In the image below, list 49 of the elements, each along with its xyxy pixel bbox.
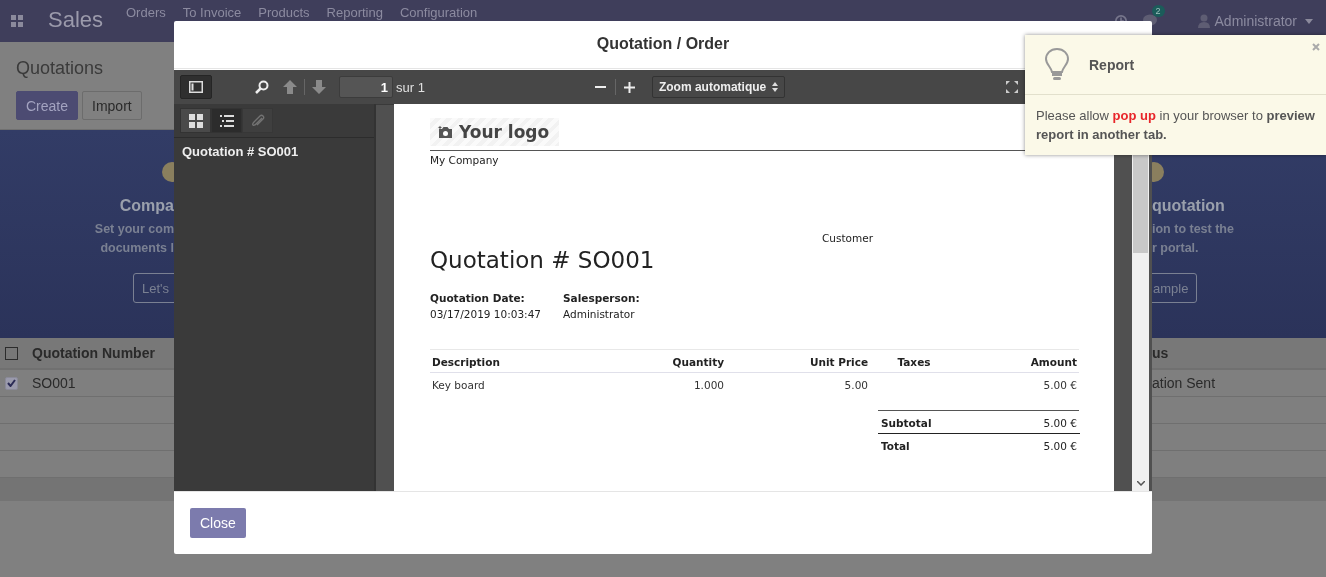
- notification-title: Report: [1089, 56, 1135, 73]
- column-header: Unit Price: [726, 350, 870, 373]
- menu-item[interactable]: Products: [258, 5, 310, 20]
- table-cell: ation Sent: [1152, 375, 1216, 391]
- page-number-field[interactable]: 1: [339, 76, 393, 98]
- table-cell-text: 5.00: [843, 378, 869, 393]
- document-title: Quotation # SO001: [430, 247, 656, 273]
- company-logo: Your logo: [430, 118, 560, 146]
- step-description: Set your com: [94, 222, 174, 238]
- page-title: Quotations: [16, 58, 104, 79]
- column-header: Amount: [958, 350, 1079, 373]
- field-value: Administrator: [563, 308, 636, 320]
- notification-message: Please allow pop up in your browser to preview report in another tab.: [1035, 107, 1316, 144]
- menu-item[interactable]: Configuration: [399, 5, 478, 20]
- import-button[interactable]: Import: [82, 91, 142, 120]
- total-label: Total: [878, 433, 978, 456]
- column-header: Quotation Number: [32, 345, 155, 361]
- step-description: documents l: [100, 241, 174, 257]
- step-description: ion to test the: [1152, 222, 1234, 238]
- field-value: 03/17/2019 10:03:47: [430, 308, 541, 320]
- company-name: My Company: [430, 154, 500, 168]
- total-value: 5.00 €: [1042, 416, 1078, 431]
- message-count-badge: 2: [1151, 5, 1165, 17]
- page-count: sur 1: [396, 79, 425, 95]
- user-menu[interactable]: Administrator: [1197, 13, 1297, 29]
- app-name: Sales: [48, 7, 105, 33]
- column-header: Taxes: [870, 350, 958, 373]
- step-description: r portal.: [1152, 241, 1199, 257]
- field-label: Salesperson:: [563, 292, 640, 304]
- total-label: Subtotal: [880, 416, 933, 431]
- column-header: us: [1152, 345, 1169, 361]
- close-button[interactable]: Close: [190, 508, 246, 538]
- customer-label: Customer: [821, 232, 874, 244]
- total-value: 5.00 €: [978, 433, 1080, 456]
- menu-item[interactable]: Orders: [126, 5, 166, 20]
- menu-item[interactable]: To Invoice: [182, 5, 242, 20]
- zoom-select[interactable]: Zoom automatique: [651, 76, 785, 98]
- field-label: Quotation Date:: [430, 292, 526, 304]
- table-cell-text: 5.00 €: [1042, 378, 1078, 393]
- step-title: Compa: [119, 197, 174, 216]
- table-cell-text: Key board: [431, 378, 486, 393]
- table-cell-text: 1.000: [692, 378, 725, 393]
- create-button[interactable]: Create: [16, 91, 79, 120]
- outline-item[interactable]: Quotation # SO001: [174, 138, 374, 165]
- table-cell: SO001: [32, 375, 76, 391]
- column-header: Quantity: [608, 350, 726, 373]
- step-title: quotation: [1152, 197, 1225, 216]
- menu-item[interactable]: Reporting: [326, 5, 383, 20]
- column-header: Description: [430, 350, 608, 373]
